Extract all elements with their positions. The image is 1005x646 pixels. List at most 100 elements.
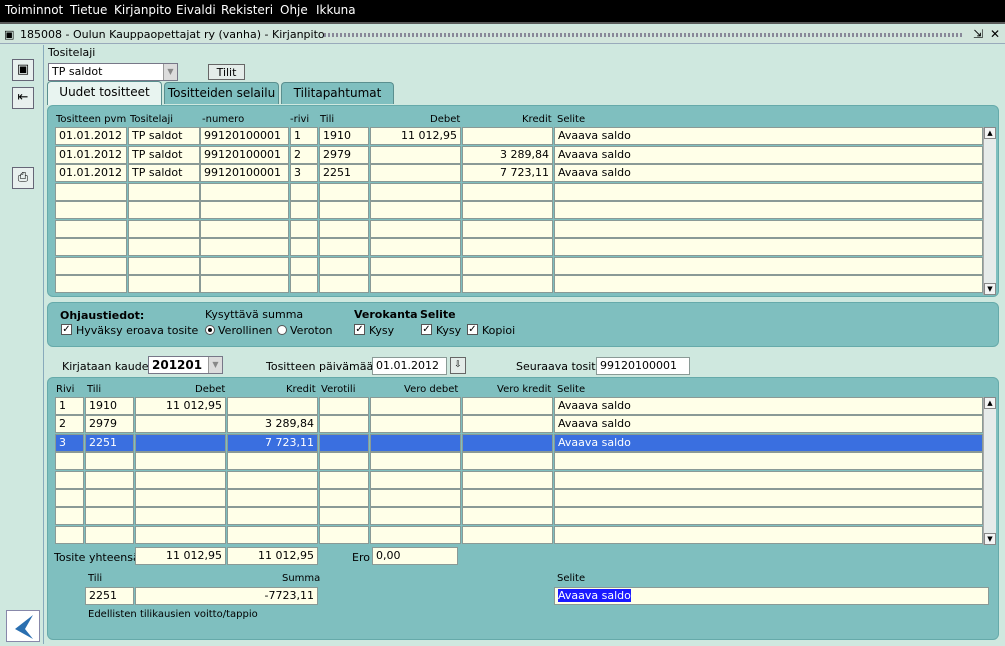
cell-rivi[interactable]: 3 [290, 164, 318, 182]
cell-kredit[interactable] [462, 127, 553, 145]
cell-debet[interactable] [370, 238, 461, 256]
cell-tili[interactable] [85, 507, 134, 526]
cell-tositelaji[interactable] [128, 275, 200, 293]
cell-selite[interactable] [554, 489, 983, 507]
cell-tositelaji[interactable] [128, 182, 200, 201]
cell-tili[interactable]: 2251 [319, 164, 369, 182]
cell-rivi[interactable] [290, 238, 318, 256]
cell-vero-kredit[interactable] [462, 433, 553, 452]
cell-verotili[interactable] [319, 470, 369, 489]
cell-selite[interactable] [554, 525, 983, 544]
cell-tili[interactable] [85, 525, 134, 544]
cell-verotili[interactable] [319, 433, 369, 452]
cell-kredit[interactable] [227, 525, 318, 544]
cell-vero-debet[interactable] [370, 415, 461, 434]
cell-verotili[interactable] [319, 397, 369, 415]
cell-debet[interactable] [135, 433, 226, 452]
cell-pvm[interactable]: 01.01.2012 [55, 145, 127, 164]
cell-kredit[interactable] [462, 219, 553, 238]
cell-tili[interactable] [319, 182, 369, 201]
cell-tositelaji[interactable] [128, 219, 200, 238]
tab-uudet-tositteet[interactable]: Uudet tositteet [47, 81, 162, 105]
cell-vero-debet[interactable] [370, 433, 461, 452]
cell-pvm[interactable] [55, 256, 127, 275]
cell-tositelaji[interactable]: TP saldot [128, 127, 200, 145]
menu-toiminnot[interactable]: Toiminnot [5, 3, 63, 17]
selite-kysy-checkbox[interactable]: ✓ [421, 324, 432, 335]
cell-debet[interactable] [370, 164, 461, 182]
cell-tili[interactable] [319, 219, 369, 238]
cell-tositelaji[interactable]: TP saldot [128, 145, 200, 164]
cell-debet[interactable]: 11 012,95 [135, 397, 226, 415]
cell-vero-kredit[interactable] [462, 452, 553, 471]
cell-tositelaji[interactable] [128, 201, 200, 219]
cell-rivi[interactable] [290, 201, 318, 219]
cell-kredit[interactable] [462, 238, 553, 256]
cell-rivi[interactable] [55, 525, 84, 544]
cell-kredit[interactable] [227, 489, 318, 507]
cell-selite[interactable]: Avaava saldo [554, 415, 983, 434]
cell-selite[interactable]: Avaava saldo [554, 433, 983, 452]
cell-selite[interactable]: Avaava saldo [554, 397, 983, 415]
cell-rivi[interactable]: 2 [55, 415, 84, 434]
cell-numero[interactable] [200, 182, 289, 201]
cell-debet[interactable] [135, 452, 226, 471]
cell-kredit[interactable]: 3 289,84 [462, 145, 553, 164]
cell-tili[interactable]: 1910 [319, 127, 369, 145]
menu-eivaldi[interactable]: Eivaldi [176, 3, 216, 17]
cell-selite[interactable] [554, 201, 983, 219]
cell-selite[interactable] [554, 275, 983, 293]
cell-verotili[interactable] [319, 507, 369, 526]
cell-vero-kredit[interactable] [462, 489, 553, 507]
cell-debet[interactable] [370, 275, 461, 293]
minimize-icon[interactable]: ⇲ [973, 27, 983, 41]
cell-tili[interactable]: 2979 [319, 145, 369, 164]
cell-numero[interactable] [200, 238, 289, 256]
cell-debet[interactable] [370, 219, 461, 238]
accept-diff-checkbox[interactable]: ✓ [61, 324, 72, 335]
cell-tili[interactable] [85, 489, 134, 507]
cell-tili[interactable] [319, 256, 369, 275]
cell-kredit[interactable]: 7 723,11 [462, 164, 553, 182]
calendar-icon[interactable]: ⇩ [450, 357, 466, 374]
print-icon[interactable]: ⎙ [12, 167, 34, 189]
cell-kredit[interactable] [227, 470, 318, 489]
selite-kopioi-checkbox[interactable]: ✓ [467, 324, 478, 335]
cell-verotili[interactable] [319, 489, 369, 507]
cell-rivi[interactable]: 2 [290, 145, 318, 164]
cell-kredit[interactable] [462, 182, 553, 201]
cell-pvm[interactable] [55, 219, 127, 238]
cell-tositelaji[interactable]: TP saldot [128, 164, 200, 182]
cell-vero-debet[interactable] [370, 397, 461, 415]
cell-rivi[interactable]: 3 [55, 433, 84, 452]
verollinen-radio[interactable] [205, 325, 215, 335]
cell-selite[interactable] [554, 256, 983, 275]
scroll-down-icon[interactable]: ▼ [984, 533, 996, 545]
detail-selite-field[interactable]: Avaava saldo [554, 587, 989, 605]
cell-verotili[interactable] [319, 415, 369, 434]
cell-numero[interactable] [200, 219, 289, 238]
cell-kredit[interactable] [462, 275, 553, 293]
cell-kredit[interactable] [227, 397, 318, 415]
verokanta-kysy-checkbox[interactable]: ✓ [354, 324, 365, 335]
detail-summa-field[interactable]: -7723,11 [135, 587, 318, 605]
vouchers-scrollbar[interactable]: ▲ ▼ [983, 127, 996, 295]
cell-debet[interactable] [370, 145, 461, 164]
cell-tositelaji[interactable] [128, 256, 200, 275]
cell-debet[interactable] [370, 201, 461, 219]
cell-kredit[interactable] [462, 201, 553, 219]
cell-debet[interactable] [135, 470, 226, 489]
menu-tietue[interactable]: Tietue [70, 3, 107, 17]
cell-vero-kredit[interactable] [462, 397, 553, 415]
cell-vero-kredit[interactable] [462, 415, 553, 434]
cell-kredit[interactable]: 7 723,11 [227, 433, 318, 452]
cell-kredit[interactable] [462, 256, 553, 275]
cell-vero-debet[interactable] [370, 525, 461, 544]
cell-rivi[interactable] [55, 452, 84, 471]
cell-debet[interactable]: 11 012,95 [370, 127, 461, 145]
cell-tili[interactable] [85, 470, 134, 489]
cell-rivi[interactable] [55, 470, 84, 489]
cell-tili[interactable]: 2251 [85, 433, 134, 452]
cell-tili[interactable]: 1910 [85, 397, 134, 415]
scroll-up-icon[interactable]: ▲ [984, 397, 996, 409]
